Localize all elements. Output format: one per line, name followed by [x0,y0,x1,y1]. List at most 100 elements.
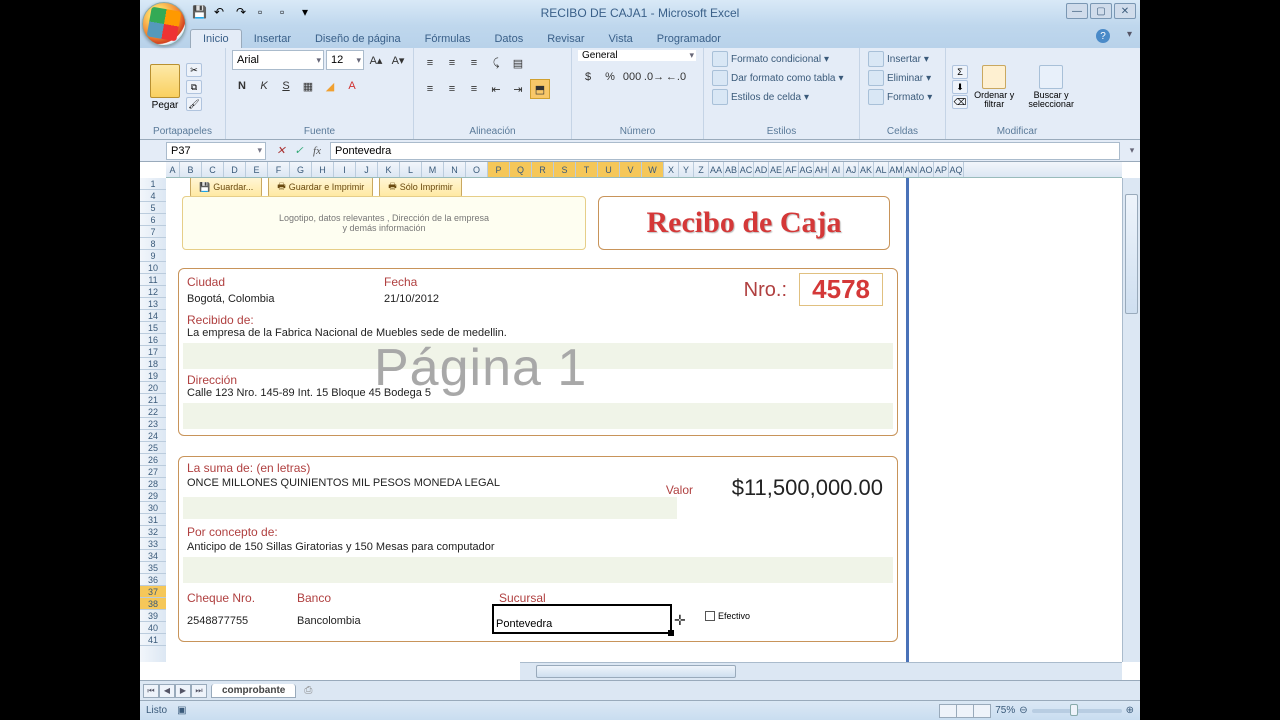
prev-sheet-icon[interactable]: ◀ [159,684,175,698]
row-header[interactable]: 14 [140,310,166,322]
align-right-icon[interactable]: ≡ [464,79,484,99]
col-header[interactable]: AM [889,162,904,177]
col-header[interactable]: AG [799,162,814,177]
row-header[interactable]: 20 [140,382,166,394]
cut-icon[interactable]: ✂ [186,63,202,77]
row-header[interactable]: 37 [140,586,166,598]
fill-color-button[interactable]: ◢ [320,76,340,96]
col-header[interactable]: C [202,162,224,177]
indent-inc-icon[interactable]: ⇥ [508,79,528,99]
font-size-combo[interactable]: 12 [326,50,364,70]
col-header[interactable]: G [290,162,312,177]
col-header[interactable]: AI [829,162,844,177]
col-header[interactable]: V [620,162,642,177]
zoom-level[interactable]: 75% [995,705,1015,716]
align-middle-icon[interactable]: ≡ [442,53,462,73]
next-sheet-icon[interactable]: ▶ [175,684,191,698]
decrease-font-icon[interactable]: A▾ [388,50,408,70]
row-header[interactable]: 38 [140,598,166,610]
bold-button[interactable]: N [232,76,252,96]
row-header[interactable]: 28 [140,478,166,490]
row-header[interactable]: 11 [140,274,166,286]
tab-revisar[interactable]: Revisar [535,30,596,48]
col-header[interactable]: N [444,162,466,177]
row-header[interactable]: 22 [140,406,166,418]
col-header[interactable]: I [334,162,356,177]
row-header[interactable]: 31 [140,514,166,526]
col-header[interactable]: O [466,162,488,177]
col-header[interactable]: AK [859,162,874,177]
col-header[interactable]: AQ [949,162,964,177]
efectivo-checkbox[interactable]: Efectivo [705,611,750,621]
sort-filter-button[interactable]: Ordenar y filtrar [970,63,1018,111]
col-header[interactable]: H [312,162,334,177]
border-button[interactable]: ▦ [298,76,318,96]
row-header[interactable]: 12 [140,286,166,298]
chevron-down-icon[interactable]: ▾ [1127,29,1132,40]
format-table-button[interactable]: Dar formato como tabla ▾ [710,69,846,87]
row-header[interactable]: 4 [140,190,166,202]
col-header[interactable]: AH [814,162,829,177]
col-header[interactable]: Z [694,162,709,177]
macro-record-icon[interactable]: ▣ [177,705,186,716]
row-header[interactable]: 27 [140,466,166,478]
redo-icon[interactable]: ↷ [236,5,252,21]
row-header[interactable]: 7 [140,226,166,238]
col-header[interactable]: X [664,162,679,177]
row-header[interactable]: 40 [140,622,166,634]
wrap-text-icon[interactable]: ▤ [508,53,528,73]
orientation-icon[interactable]: ⤹ [486,53,506,73]
zoom-in-icon[interactable]: ⊕ [1126,705,1134,716]
tab-insertar[interactable]: Insertar [242,30,303,48]
col-header[interactable]: D [224,162,246,177]
tab-datos[interactable]: Datos [482,30,535,48]
solo-imprimir-button[interactable]: 🖶 Sólo Imprimir [379,178,462,198]
help-icon[interactable]: ? [1096,29,1110,43]
row-header[interactable]: 32 [140,526,166,538]
row-header[interactable]: 17 [140,346,166,358]
save-icon[interactable]: 💾 [192,5,208,21]
col-header[interactable]: E [246,162,268,177]
sum-icon[interactable]: Σ [952,65,968,79]
col-header[interactable]: T [576,162,598,177]
col-header[interactable]: J [356,162,378,177]
row-header[interactable]: 5 [140,202,166,214]
row-header[interactable]: 15 [140,322,166,334]
col-header[interactable]: B [180,162,202,177]
first-sheet-icon[interactable]: ⏮ [143,684,159,698]
new-sheet-icon[interactable]: ⎙ [304,685,312,696]
tab-vista[interactable]: Vista [597,30,645,48]
format-button[interactable]: Formato ▾ [866,88,934,106]
col-header[interactable]: AL [874,162,889,177]
horizontal-scrollbar[interactable] [520,662,1122,680]
zoom-slider[interactable] [1032,709,1122,713]
row-header[interactable]: 10 [140,262,166,274]
fill-icon[interactable]: ⬇ [952,80,968,94]
conditional-format-button[interactable]: Formato condicional ▾ [710,50,831,68]
row-header[interactable]: 13 [140,298,166,310]
worksheet[interactable]: 💾 Guardar... 🖶 Guardar e Imprimir 🖶 Sólo… [166,178,1122,662]
col-header[interactable]: M [422,162,444,177]
qat-more-icon[interactable]: ▾ [302,5,318,21]
col-header[interactable]: R [532,162,554,177]
qat-icon[interactable]: ▫ [258,5,274,21]
dec-decimal-icon[interactable]: ←.0 [666,67,686,87]
row-header[interactable]: 23 [140,418,166,430]
align-center-icon[interactable]: ≡ [442,79,462,99]
row-header[interactable]: 9 [140,250,166,262]
last-sheet-icon[interactable]: ⏭ [191,684,207,698]
insert-button[interactable]: Insertar ▾ [866,50,931,68]
col-header[interactable]: A [166,162,180,177]
delete-button[interactable]: Eliminar ▾ [866,69,933,87]
find-select-button[interactable]: Buscar y seleccionar [1020,63,1082,111]
col-header[interactable]: L [400,162,422,177]
col-header[interactable]: AF [784,162,799,177]
row-header[interactable]: 39 [140,610,166,622]
col-header[interactable]: AO [919,162,934,177]
col-header[interactable]: AA [709,162,724,177]
row-header[interactable]: 1 [140,178,166,190]
row-header[interactable]: 33 [140,538,166,550]
sheet-tab[interactable]: comprobante [211,684,296,698]
tab-diseno[interactable]: Diseño de página [303,30,413,48]
italic-button[interactable]: K [254,76,274,96]
